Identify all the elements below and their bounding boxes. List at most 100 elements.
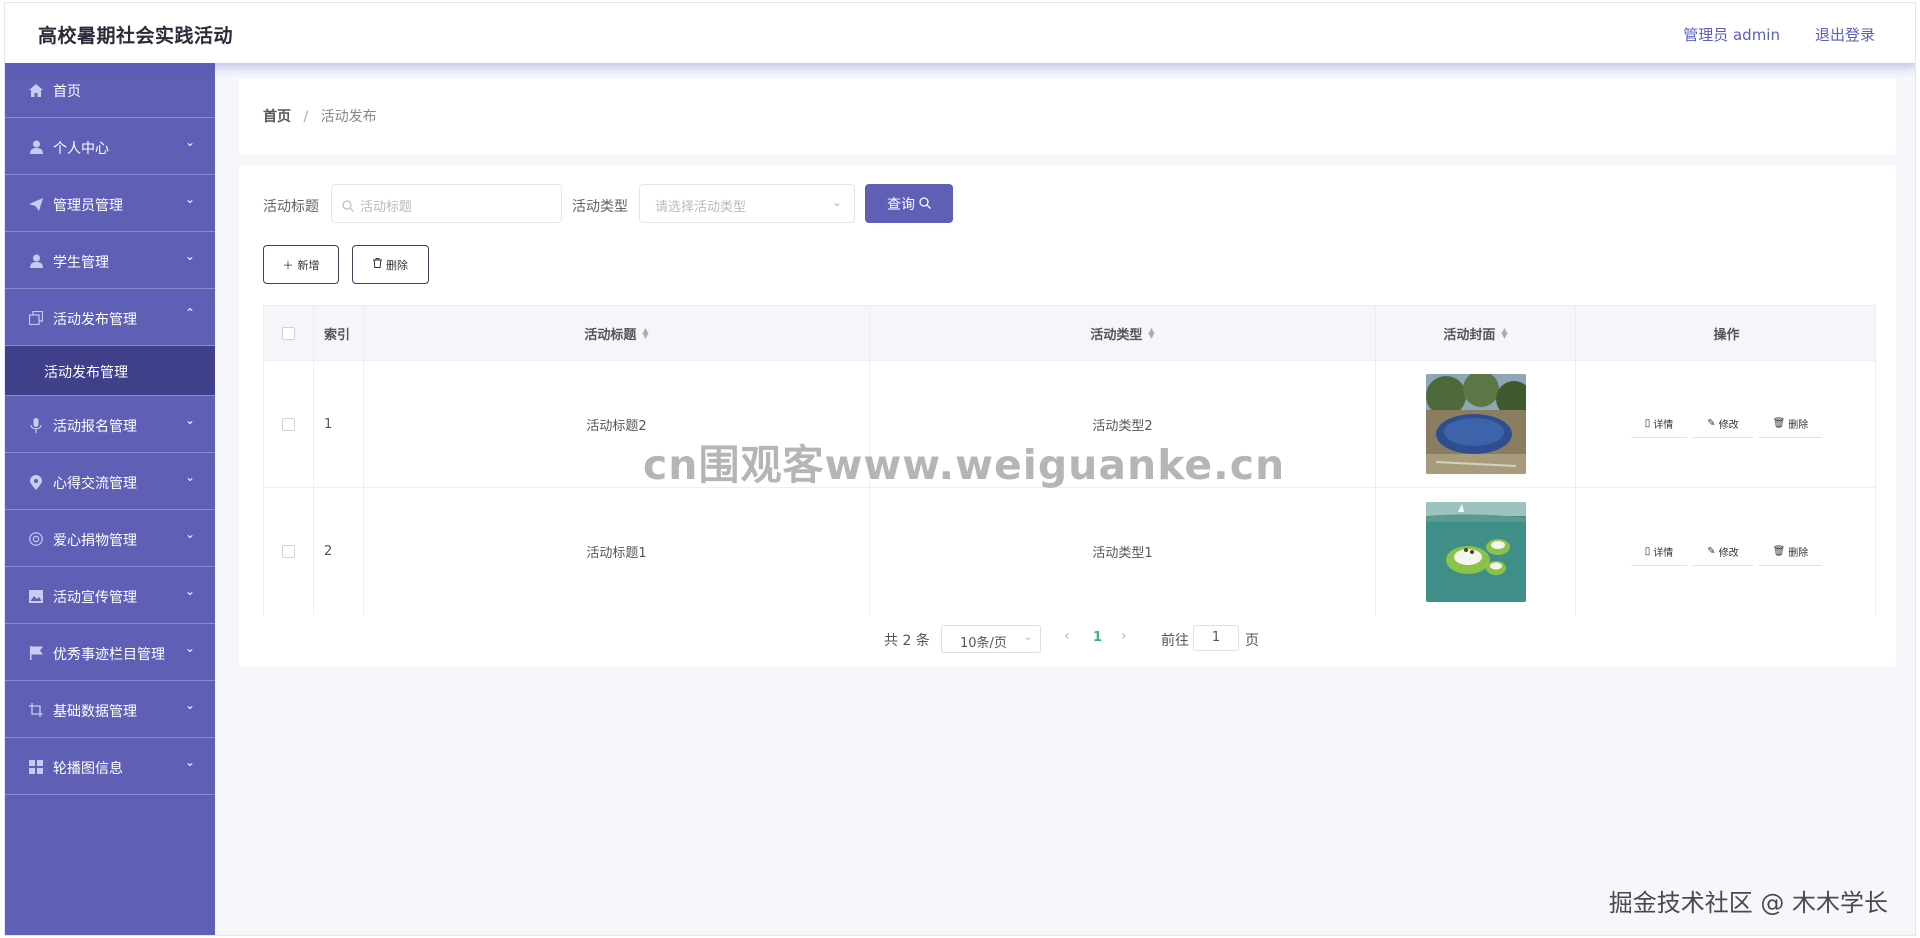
sidebar-item-personal-center[interactable]: 个人中心 ⌄: [5, 118, 215, 175]
sidebar-item-basic-data[interactable]: 基础数据管理 ⌄: [5, 681, 215, 738]
prev-page-button[interactable]: ‹: [1064, 628, 1070, 644]
title-search-placeholder: 活动标题: [360, 200, 413, 215]
sidebar-item-label: 首页: [53, 84, 81, 100]
pagination-total: 共 2 条: [884, 633, 930, 649]
edit-button[interactable]: ✎ 修改: [1693, 538, 1753, 566]
row-checkbox-cell: [264, 488, 314, 615]
header-checkbox-cell: [264, 306, 314, 360]
add-button[interactable]: ＋ 新增: [263, 245, 339, 284]
sidebar-item-label: 优秀事迹栏目管理: [53, 647, 165, 663]
search-icon: [342, 197, 354, 216]
delete-button-label: 删除: [1788, 547, 1809, 559]
sidebar-item-label: 心得交流管理: [53, 476, 137, 492]
sidebar-item-activity-publish[interactable]: 活动发布管理 ⌃: [5, 289, 215, 346]
row-type: 活动类型1: [870, 488, 1376, 615]
page-size-value: 10条/页: [960, 636, 1007, 651]
sort-icon[interactable]: ▲ ▼: [1501, 327, 1507, 340]
document-icon: ▯: [1644, 418, 1651, 429]
top-header: 高校暑期社会实践活动 管理员 admin 退出登录: [5, 3, 1915, 63]
current-user-label: 管理员 admin: [1683, 26, 1780, 44]
sidebar-item-label: 活动宣传管理: [53, 590, 137, 606]
sidebar-item-label: 学生管理: [53, 255, 109, 271]
breadcrumb-current: 活动发布: [320, 109, 377, 125]
type-select-placeholder: 请选择活动类型: [655, 200, 747, 215]
row-checkbox[interactable]: [282, 545, 295, 558]
query-button[interactable]: 查询: [865, 184, 953, 223]
column-header-type-label: 活动类型: [1090, 327, 1143, 343]
football-icon: [28, 531, 44, 547]
sidebar-item-excellent-deeds[interactable]: 优秀事迹栏目管理 ⌄: [5, 624, 215, 681]
breadcrumb-home-link[interactable]: 首页: [263, 109, 291, 125]
title-search-input[interactable]: 活动标题: [331, 184, 562, 223]
sidebar-item-home[interactable]: 首页: [5, 63, 215, 118]
home-icon: [28, 82, 44, 98]
page-size-select[interactable]: 10条/页 ⌄: [941, 625, 1041, 653]
trash-icon: [373, 258, 382, 271]
row-index: 1: [314, 361, 364, 487]
type-select[interactable]: 请选择活动类型 ⌄: [639, 184, 855, 223]
cover-image[interactable]: [1425, 374, 1526, 474]
chevron-down-icon: ⌄: [184, 135, 195, 149]
sidebar-item-promotion[interactable]: 活动宣传管理 ⌄: [5, 567, 215, 624]
sidebar-item-label: 爱心捐物管理: [53, 533, 137, 549]
logout-link[interactable]: 退出登录: [1815, 24, 1875, 45]
sidebar-item-label: 活动报名管理: [53, 419, 137, 435]
row-title: 活动标题1: [364, 488, 870, 615]
column-header-title-label: 活动标题: [584, 327, 637, 343]
send-icon: [28, 196, 44, 212]
sidebar-item-experience-exchange[interactable]: 心得交流管理 ⌄: [5, 453, 215, 510]
delete-button[interactable]: 🗑 删除: [1758, 538, 1823, 566]
user-icon: [28, 139, 44, 155]
sidebar-item-label: 个人中心: [53, 141, 109, 157]
sort-icon[interactable]: ▲ ▼: [1148, 327, 1154, 340]
edit-button[interactable]: ✎ 修改: [1693, 410, 1753, 438]
batch-delete-button[interactable]: 删除: [352, 245, 429, 284]
sidebar-item-donation[interactable]: 爱心捐物管理 ⌄: [5, 510, 215, 567]
chevron-up-icon: ⌃: [184, 306, 195, 320]
column-header-cover[interactable]: 活动封面 ▲ ▼: [1376, 306, 1576, 360]
sort-icon[interactable]: ▲ ▼: [642, 327, 648, 340]
page-number-current[interactable]: 1: [1093, 630, 1102, 645]
sidebar-menu: 首页 个人中心 ⌄ 管理员管理 ⌄ 学生管理 ⌄ 活动发布管理 ⌃ 活动发布管理…: [5, 63, 215, 935]
chevron-down-icon: ⌄: [184, 249, 195, 263]
table-header: 索引 活动标题 ▲ ▼ 活动类型 ▲ ▼ 活动封面 ▲ ▼ 操作: [264, 306, 1875, 361]
detail-button[interactable]: ▯ 详情: [1630, 410, 1688, 438]
app-frame: 高校暑期社会实践活动 管理员 admin 退出登录 首页 个人中心 ⌄ 管理员管…: [4, 2, 1916, 936]
title-filter-label: 活动标题: [263, 199, 319, 215]
column-header-type[interactable]: 活动类型 ▲ ▼: [870, 306, 1376, 360]
chevron-down-icon: ⌄: [831, 195, 842, 209]
next-page-button[interactable]: ›: [1121, 628, 1127, 644]
sidebar-item-carousel[interactable]: 轮播图信息 ⌄: [5, 738, 215, 795]
goto-page-input[interactable]: 1: [1193, 625, 1239, 651]
submenu-item-activity-publish[interactable]: 活动发布管理: [5, 346, 215, 396]
type-filter-label: 活动类型: [572, 199, 628, 215]
detail-button[interactable]: ▯ 详情: [1630, 538, 1688, 566]
delete-button[interactable]: 🗑 删除: [1758, 410, 1823, 438]
sidebar-item-admin-management[interactable]: 管理员管理 ⌄: [5, 175, 215, 232]
sidebar-item-registration[interactable]: 活动报名管理 ⌄: [5, 396, 215, 453]
chevron-down-icon: ⌄: [184, 527, 195, 541]
cover-image[interactable]: [1425, 501, 1526, 602]
edit-button-label: 修改: [1718, 547, 1739, 559]
sidebar-item-student-management[interactable]: 学生管理 ⌄: [5, 232, 215, 289]
edit-button-label: 修改: [1718, 420, 1739, 431]
microphone-icon: [28, 417, 44, 433]
column-header-index: 索引: [314, 306, 364, 360]
sidebar-item-label: 轮播图信息: [53, 761, 123, 777]
main-content-card: 活动标题 活动标题 活动类型 请选择活动类型 ⌄ 查询 ＋ 新增 删除 索引 活…: [239, 165, 1896, 667]
column-header-cover-label: 活动封面: [1443, 327, 1496, 343]
breadcrumb-card: 首页 / 活动发布: [239, 79, 1896, 155]
crop-icon: [28, 702, 44, 718]
app-title: 高校暑期社会实践活动: [38, 25, 234, 47]
copy-icon: [28, 310, 44, 326]
chevron-down-icon: ⌄: [184, 470, 195, 484]
row-checkbox[interactable]: [282, 417, 295, 431]
plus-icon: ＋: [282, 258, 294, 272]
column-header-title[interactable]: 活动标题 ▲ ▼: [364, 306, 870, 360]
picture-icon: [28, 588, 44, 604]
pagination: 共 2 条 10条/页 ⌄ ‹ 1 › 前往 1 页: [239, 625, 1896, 655]
user-icon: [28, 253, 44, 269]
document-icon: ▯: [1644, 545, 1651, 557]
chevron-down-icon: ⌄: [184, 584, 195, 598]
select-all-checkbox[interactable]: [282, 326, 295, 340]
